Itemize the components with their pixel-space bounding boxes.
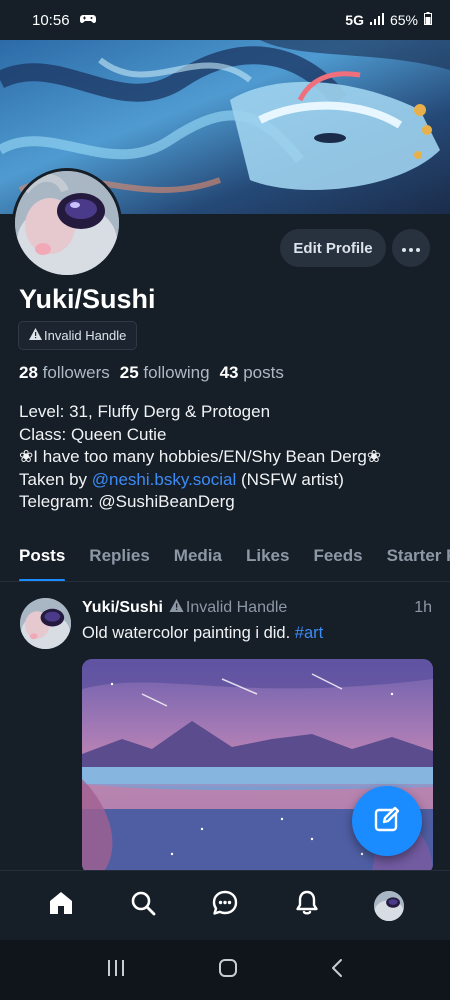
post-handle-label: Invalid Handle bbox=[185, 599, 288, 616]
status-bar: 10:56 5G 65% bbox=[0, 0, 450, 40]
profile-stats: 28 followers 25 following 43 posts bbox=[19, 363, 284, 383]
tab-replies[interactable]: Replies bbox=[89, 538, 149, 581]
profile-avatar[interactable] bbox=[12, 168, 122, 278]
bio-line: Class: Queen Cutie bbox=[19, 424, 167, 444]
mention-link[interactable]: @neshi.bsky.social bbox=[92, 470, 237, 489]
back-icon[interactable] bbox=[330, 958, 344, 983]
status-time: 10:56 bbox=[32, 11, 70, 29]
bio-text: (NSFW artist) bbox=[236, 469, 344, 489]
followers-stat[interactable]: 28 followers bbox=[19, 363, 110, 383]
game-controller-icon bbox=[79, 12, 96, 29]
followers-label: followers bbox=[42, 363, 110, 382]
warning-icon bbox=[29, 328, 42, 343]
nav-profile[interactable] bbox=[367, 884, 411, 928]
posts-stat: 43 posts bbox=[220, 363, 284, 383]
network-label: 5G bbox=[345, 12, 364, 28]
profile-bio: Level: 31, Fluffy Derg & Protogen Class:… bbox=[19, 401, 439, 514]
post-timestamp[interactable]: 1h bbox=[414, 599, 432, 617]
following-stat[interactable]: 25 following bbox=[120, 363, 210, 383]
nav-home[interactable] bbox=[39, 884, 83, 928]
posts-count: 43 bbox=[219, 363, 239, 382]
home-icon bbox=[47, 889, 75, 922]
battery-icon bbox=[424, 12, 432, 28]
system-navigation-bar bbox=[0, 940, 450, 1000]
tab-media[interactable]: Media bbox=[174, 538, 222, 581]
bio-text: Taken by bbox=[19, 469, 92, 489]
nav-notifications[interactable] bbox=[285, 884, 329, 928]
bottom-navigation bbox=[0, 870, 450, 940]
tab-starter-packs[interactable]: Starter Packs bbox=[387, 538, 450, 581]
search-icon bbox=[129, 889, 157, 922]
tab-likes[interactable]: Likes bbox=[246, 538, 289, 581]
post-handle: Invalid Handle bbox=[169, 599, 287, 617]
home-circle-icon[interactable] bbox=[218, 958, 238, 983]
bio-line: ❀I have too many hobbies/EN/Shy Bean Der… bbox=[19, 447, 382, 466]
profile-screen: 10:56 5G 65% Edit Profile Yuki/Sushi Inv… bbox=[0, 0, 450, 1000]
nav-chat[interactable] bbox=[203, 884, 247, 928]
more-options-button[interactable] bbox=[392, 229, 430, 267]
profile-tabs: Posts Replies Media Likes Feeds Starter … bbox=[0, 538, 450, 582]
tab-posts[interactable]: Posts bbox=[19, 538, 66, 581]
bell-icon bbox=[293, 889, 321, 922]
posts-label: posts bbox=[243, 363, 284, 382]
handle-badge: Invalid Handle bbox=[18, 321, 138, 350]
bio-line: Level: 31, Fluffy Derg & Protogen bbox=[19, 402, 271, 421]
post-author-name[interactable]: Yuki/Sushi bbox=[82, 599, 163, 617]
compose-button[interactable] bbox=[352, 786, 422, 856]
bio-line: Taken by @neshi.bsky.social (NSFW artist… bbox=[19, 469, 439, 492]
signal-icon bbox=[369, 12, 384, 28]
followers-count: 28 bbox=[19, 363, 38, 382]
nav-search[interactable] bbox=[121, 884, 165, 928]
post-header: Yuki/Sushi Invalid Handle bbox=[82, 599, 287, 617]
edit-profile-button[interactable]: Edit Profile bbox=[280, 229, 386, 267]
warning-icon bbox=[169, 599, 184, 617]
recents-icon[interactable] bbox=[106, 959, 126, 982]
bio-line: Telegram: @SushiBeanDerg bbox=[19, 492, 235, 511]
profile-avatar bbox=[374, 890, 404, 921]
battery-percent: 65% bbox=[389, 12, 418, 28]
ellipsis-icon bbox=[402, 239, 420, 257]
tab-feeds[interactable]: Feeds bbox=[313, 538, 362, 581]
post-author-avatar[interactable] bbox=[20, 598, 71, 649]
chat-icon bbox=[211, 889, 239, 922]
following-count: 25 bbox=[119, 363, 139, 382]
handle-badge-label: Invalid Handle bbox=[44, 328, 127, 343]
post-text: Old watercolor painting i did. #art bbox=[82, 624, 323, 643]
following-label: following bbox=[143, 363, 210, 382]
display-name: Yuki/Sushi bbox=[19, 284, 156, 314]
compose-icon bbox=[373, 805, 401, 838]
post-body: Old watercolor painting i did. bbox=[82, 624, 295, 642]
hashtag-link[interactable]: #art bbox=[295, 624, 323, 642]
